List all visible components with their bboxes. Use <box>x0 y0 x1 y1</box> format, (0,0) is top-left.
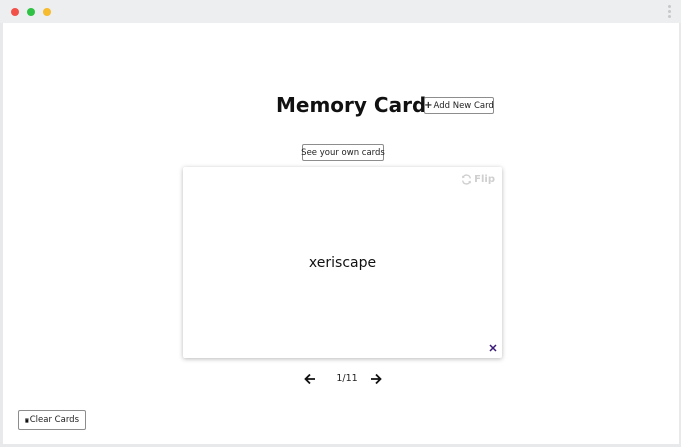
delete-card-button[interactable]: ✕ <box>488 343 498 355</box>
see-own-cards-button[interactable]: See your own cards <box>301 144 385 161</box>
app-content: Memory Cards + Add New Card See your own… <box>3 23 679 444</box>
plus-icon: + <box>424 100 433 111</box>
browser-window: Memory Cards + Add New Card See your own… <box>0 0 681 447</box>
page-title: Memory Cards <box>276 93 439 117</box>
close-icon: ✕ <box>488 343 498 355</box>
card-counter: 1/11 <box>336 373 358 384</box>
arrow-left-icon[interactable] <box>303 372 317 386</box>
card-word: xeriscape <box>308 255 377 271</box>
close-window-button[interactable] <box>11 8 19 16</box>
add-new-card-label: Add New Card <box>433 100 494 111</box>
arrow-right-icon[interactable] <box>369 372 383 386</box>
maximize-window-button[interactable] <box>27 8 35 16</box>
see-own-cards-label: See your own cards <box>301 147 385 158</box>
flip-button[interactable]: Flip <box>461 174 495 185</box>
card-navigation: 1/11 <box>299 372 389 386</box>
trash-icon <box>25 417 29 423</box>
kebab-menu-icon[interactable] <box>668 5 672 20</box>
minimize-window-button[interactable] <box>43 8 51 16</box>
memory-card[interactable]: Flip xeriscape ✕ <box>183 167 502 358</box>
add-new-card-button[interactable]: + Add New Card <box>424 97 494 114</box>
clear-cards-button[interactable]: Clear Cards <box>18 410 86 430</box>
sync-icon <box>462 174 472 185</box>
flip-label: Flip <box>474 174 495 185</box>
clear-cards-label: Clear Cards <box>29 415 79 425</box>
window-titlebar <box>0 0 681 23</box>
